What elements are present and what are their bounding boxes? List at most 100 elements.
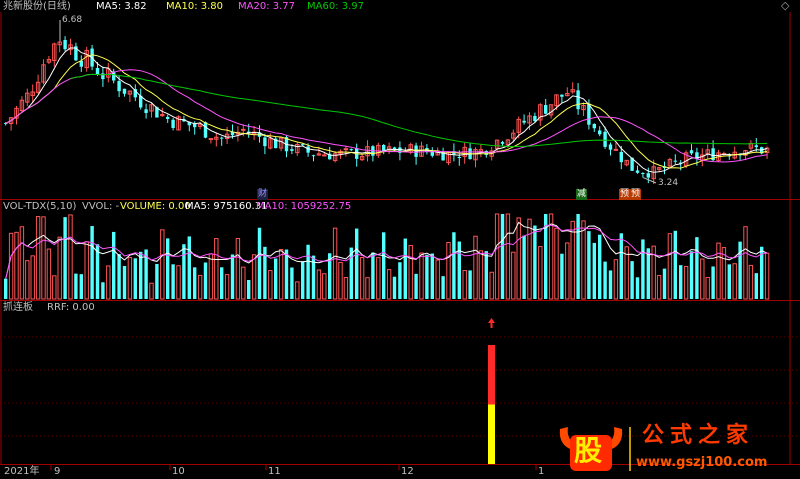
candle-down (646, 173, 650, 178)
event-stamp-finance[interactable]: 财 (257, 189, 269, 200)
volume-bar-down (220, 267, 224, 299)
volume-bar-up (667, 233, 673, 300)
candle-down (587, 103, 591, 125)
volume-bar-up (527, 218, 532, 300)
volume-bar-down (711, 266, 715, 299)
volume-bar-down (284, 249, 289, 299)
volume-title: VOL-TDX(5,10) (3, 201, 77, 212)
volume-bar-up (197, 274, 203, 300)
volume-bar-up (251, 254, 257, 300)
volume-bar-up (732, 263, 737, 300)
volume-bar-up (176, 265, 181, 300)
diamond-settings-icon[interactable]: ◇ (781, 0, 789, 12)
candle-down (576, 90, 580, 110)
volume-bar-down (257, 227, 262, 299)
volume-bar-down (90, 226, 94, 299)
candle-up (343, 148, 349, 151)
volume-bar-down (414, 273, 418, 299)
volume-bar-down (117, 254, 121, 299)
candle-down (689, 150, 694, 154)
volume-bar-up (376, 257, 381, 300)
volume-bar-down (592, 242, 596, 299)
volume-bar-up (489, 271, 494, 300)
volume-bar-up (25, 260, 30, 300)
volume-bar-down (355, 228, 359, 299)
volume-bar-up (764, 252, 770, 300)
volume-bar-up (656, 275, 662, 300)
volume-bar-up (683, 265, 689, 300)
volume-bar-up (241, 266, 246, 300)
volume-bar-up (46, 248, 52, 300)
volume-bar-up (408, 245, 413, 300)
volume-bar-up (8, 232, 14, 300)
candle-down (500, 142, 505, 144)
volume-bar-up (41, 216, 46, 300)
ma5-readout: MA5: 3.82 (96, 1, 147, 12)
ma60-readout: MA60: 3.97 (307, 1, 365, 12)
signal-bar-yellow (488, 404, 495, 464)
volume-bar-down (230, 254, 235, 299)
volume-bar-down (695, 237, 699, 299)
volume-bar-down (630, 261, 634, 299)
volume-bar-up (343, 277, 349, 300)
candle-down (311, 155, 316, 157)
volume-bar-down (468, 270, 472, 299)
candle-down (619, 151, 623, 163)
volume-bar-up (548, 213, 554, 300)
candle-down (203, 122, 208, 138)
volume-bar-down (646, 248, 650, 299)
chart-canvas[interactable] (0, 0, 800, 479)
candle-down (117, 81, 121, 92)
candle-down (641, 172, 645, 174)
volume-bar-up (316, 269, 322, 300)
candle-down (166, 116, 170, 120)
volume-bar-down (754, 273, 758, 299)
candle-down (544, 105, 548, 114)
candle-down (608, 144, 613, 150)
volume-bar-up (57, 236, 62, 300)
volume-bar-up (235, 237, 241, 300)
volume-bar-down (203, 262, 208, 299)
volume-bar-up (462, 270, 467, 300)
candle-down (171, 119, 175, 129)
volume-bar-down (500, 214, 505, 299)
volume-bar-down (619, 233, 623, 299)
volume-bar-up (295, 281, 300, 300)
volume-bar-up (570, 220, 575, 300)
volume-bar-up (35, 216, 41, 300)
volume-bar-down (182, 244, 186, 299)
volume-bar-up (127, 257, 133, 300)
volume-bar-up (516, 217, 521, 300)
volume-bar-down (247, 279, 251, 299)
volume-bar-down (608, 270, 613, 299)
event-stamp-reduce[interactable]: 减 (576, 189, 588, 200)
ma20-readout: MA20: 3.77 (238, 1, 296, 12)
volume-bar-down (193, 267, 197, 299)
ma60-line (70, 73, 768, 148)
vvol-readout: VVOL: - (82, 201, 120, 212)
volume-bar-down (392, 276, 397, 299)
event-stamp-forecast-1[interactable]: 预 (619, 189, 631, 200)
volume-bar-up (554, 227, 559, 300)
x-axis-label-oct: 10 (172, 466, 185, 477)
volume-bar-up (359, 257, 365, 300)
volume-bar-up (208, 253, 214, 300)
volume-bar-down (122, 265, 127, 299)
volume-bar-up (538, 246, 543, 300)
volume-bar-down (560, 253, 564, 299)
stock-chart-window[interactable]: 兆新股份(日线) MA5: 3.82 MA10: 3.80 MA20: 3.77… (0, 0, 800, 479)
event-stamp-forecast-2[interactable]: 预 (630, 189, 642, 200)
candle-down (592, 124, 596, 129)
volume-bar-up (30, 255, 35, 300)
volume-bar-up (214, 238, 219, 300)
volume-bar-down (430, 253, 434, 299)
volume-bar-down (673, 230, 677, 299)
volume-bar-down (425, 254, 429, 299)
volume-bar-down (587, 231, 591, 299)
volume-bar-down (74, 273, 78, 299)
candle-down (95, 67, 100, 75)
candle-down (122, 88, 127, 94)
candle-down (598, 130, 602, 135)
low-price-label: 3.24 (658, 178, 679, 188)
candle-down (144, 109, 148, 113)
